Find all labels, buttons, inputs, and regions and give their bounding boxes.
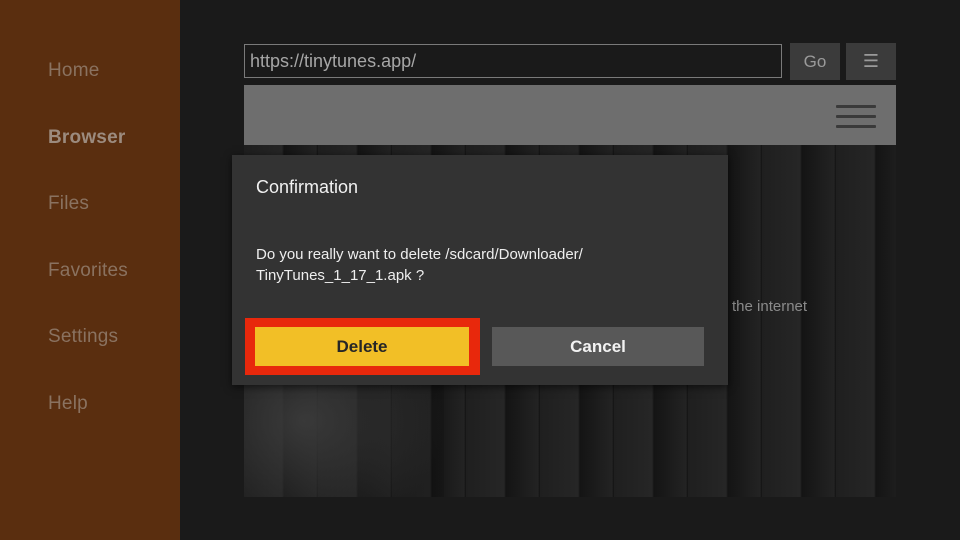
web-page-text: the internet: [732, 298, 808, 315]
dialog-message: Do you really want to delete /sdcard/Dow…: [256, 244, 706, 286]
go-button[interactable]: Go: [790, 43, 840, 80]
dialog-title: Confirmation: [256, 177, 359, 197]
cancel-button[interactable]: Cancel: [492, 327, 704, 366]
delete-button[interactable]: Delete: [255, 327, 469, 366]
web-page-header: [244, 85, 896, 145]
sidebar: Home Browser Files Favorites Settings He…: [0, 0, 180, 540]
sidebar-item-home[interactable]: Home: [48, 60, 99, 82]
menu-lines-icon: ☰: [862, 51, 880, 71]
sidebar-item-files[interactable]: Files: [48, 193, 89, 215]
sidebar-item-settings[interactable]: Settings: [48, 326, 118, 348]
sidebar-item-favorites[interactable]: Favorites: [48, 260, 128, 282]
sidebar-item-help[interactable]: Help: [48, 393, 88, 415]
hamburger-menu-icon[interactable]: [836, 105, 876, 129]
browser-menu-button[interactable]: ☰: [846, 43, 896, 80]
url-input[interactable]: https://tinytunes.app/: [244, 44, 782, 78]
sidebar-item-browser[interactable]: Browser: [48, 127, 125, 149]
dialog-message-line-1: Do you really want to delete /sdcard/Dow…: [256, 246, 583, 263]
dialog-message-line-2: TinyTunes_1_17_1.apk ?: [256, 267, 425, 284]
